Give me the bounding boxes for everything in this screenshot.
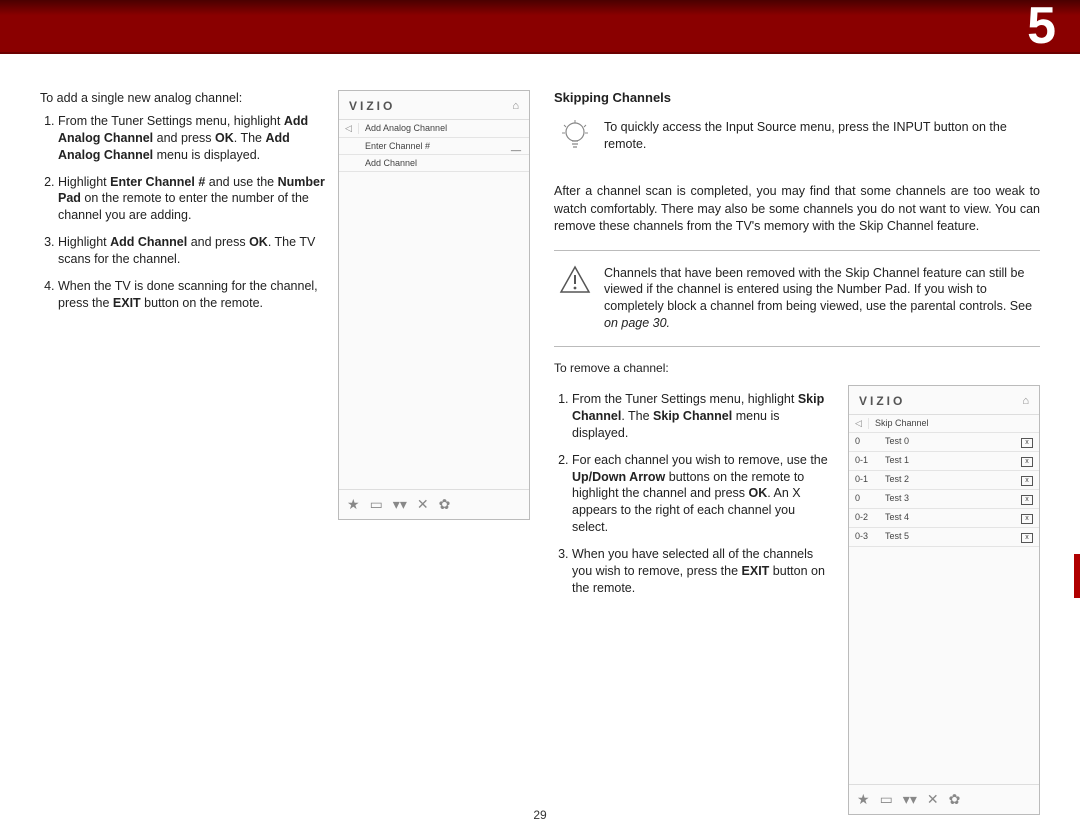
tv1-body: ◁ Add Analog Channel Enter Channel # __ … [339, 120, 529, 489]
page-content: To add a single new analog channel: From… [0, 54, 1080, 815]
channel-num: 0 [849, 493, 879, 505]
tv1-title: Add Analog Channel [359, 123, 529, 134]
right-step-1: From the Tuner Settings menu, highlight … [572, 391, 834, 442]
tv1-row-enter: Enter Channel # __ [339, 138, 529, 155]
channel-num: 0-2 [849, 512, 879, 524]
home-icon: ⌂ [512, 100, 519, 112]
tv2-channel-row: 0Test 0x [849, 433, 1039, 452]
tv1-title-row: ◁ Add Analog Channel [339, 120, 529, 138]
tv2-channel-row: 0Test 3x [849, 490, 1039, 509]
rect-icon: ▭ [880, 791, 893, 808]
tv2-channel-row: 0-3Test 5x [849, 528, 1039, 547]
back-icon: ◁ [339, 123, 359, 134]
tv1-header: VIZIO ⌂ [339, 91, 529, 120]
x-icon: ✕ [927, 791, 939, 808]
warning-icon [558, 265, 592, 333]
tv2-title: Skip Channel [869, 418, 1039, 429]
tv2-channel-row: 0-2Test 4x [849, 509, 1039, 528]
warning-callout: Channels that have been removed with the… [554, 250, 1040, 348]
tv1-row-add: Add Channel [339, 155, 529, 172]
x-icon: ✕ [417, 496, 429, 513]
tv2-channel-row: 0-1Test 2x [849, 471, 1039, 490]
warning-text: Channels that have been removed with the… [604, 265, 1036, 333]
right-steps-wrapper: From the Tuner Settings menu, highlight … [554, 385, 834, 815]
page-number: 29 [0, 808, 1080, 822]
left-step-1: From the Tuner Settings menu, highlight … [58, 113, 328, 164]
right-intro2: To remove a channel: [554, 361, 1040, 375]
tv-panel-skip-channel: VIZIO ⌂ ◁ Skip Channel 0Test 0x0-1Test 1… [848, 385, 1040, 815]
left-steps: From the Tuner Settings menu, highlight … [40, 113, 328, 312]
tv2-title-row: ◁ Skip Channel [849, 415, 1039, 433]
vizio-logo: VIZIO [859, 394, 905, 408]
channel-x: x [1015, 512, 1039, 524]
channel-name: Test 3 [879, 493, 1015, 505]
channel-x: x [1015, 436, 1039, 448]
channel-name: Test 0 [879, 436, 1015, 448]
tv2-channel-row: 0-1Test 1x [849, 452, 1039, 471]
tip-text: To quickly access the Input Source menu,… [604, 119, 1036, 153]
chapter-header-band: 5 [0, 0, 1080, 54]
gear-icon: ✿ [439, 496, 451, 513]
channel-num: 0-1 [849, 455, 879, 467]
left-text: To add a single new analog channel: From… [40, 90, 338, 815]
red-edge-marker [1074, 554, 1080, 598]
channel-name: Test 1 [879, 455, 1015, 467]
channel-x: x [1015, 455, 1039, 467]
home-icon: ⌂ [1022, 395, 1029, 407]
right-column: Skipping Channels To quickly access the … [554, 90, 1040, 815]
left-step-2: Highlight Enter Channel # and use the Nu… [58, 174, 328, 225]
tv1-footer: ★ ▭ ▾▾ ✕ ✿ [339, 489, 529, 519]
channel-name: Test 4 [879, 512, 1015, 524]
channel-name: Test 2 [879, 474, 1015, 486]
right-step-3: When you have selected all of the channe… [572, 546, 834, 597]
section-title: Skipping Channels [554, 90, 1040, 105]
tv2-body: ◁ Skip Channel 0Test 0x0-1Test 1x0-1Test… [849, 415, 1039, 784]
back-icon: ◁ [849, 418, 869, 429]
gear-icon: ✿ [949, 791, 961, 808]
right-steps: From the Tuner Settings menu, highlight … [554, 391, 834, 597]
channel-num: 0 [849, 436, 879, 448]
channel-num: 0-3 [849, 531, 879, 543]
left-intro: To add a single new analog channel: [40, 90, 328, 107]
vizio-logo: VIZIO [349, 99, 395, 113]
channel-x: x [1015, 531, 1039, 543]
left-step-4: When the TV is done scanning for the cha… [58, 278, 328, 312]
v-icon: ▾▾ [393, 496, 407, 513]
right-lower: From the Tuner Settings menu, highlight … [554, 385, 1040, 815]
channel-num: 0-1 [849, 474, 879, 486]
chapter-number: 5 [1027, 0, 1056, 56]
tip-callout: To quickly access the Input Source menu,… [554, 113, 1040, 169]
right-step-2: For each channel you wish to remove, use… [572, 452, 834, 536]
star-icon: ★ [347, 496, 360, 513]
rect-icon: ▭ [370, 496, 383, 513]
channel-x: x [1015, 493, 1039, 505]
body-paragraph: After a channel scan is completed, you m… [554, 183, 1040, 236]
channel-x: x [1015, 474, 1039, 486]
left-step-3: Highlight Add Channel and press OK. The … [58, 234, 328, 268]
star-icon: ★ [857, 791, 870, 808]
v-icon: ▾▾ [903, 791, 917, 808]
tv-panel-add-analog: VIZIO ⌂ ◁ Add Analog Channel Enter Chann… [338, 90, 530, 520]
channel-name: Test 5 [879, 531, 1015, 543]
lightbulb-icon [558, 119, 592, 153]
left-column: To add a single new analog channel: From… [40, 90, 530, 815]
tv2-header: VIZIO ⌂ [849, 386, 1039, 415]
